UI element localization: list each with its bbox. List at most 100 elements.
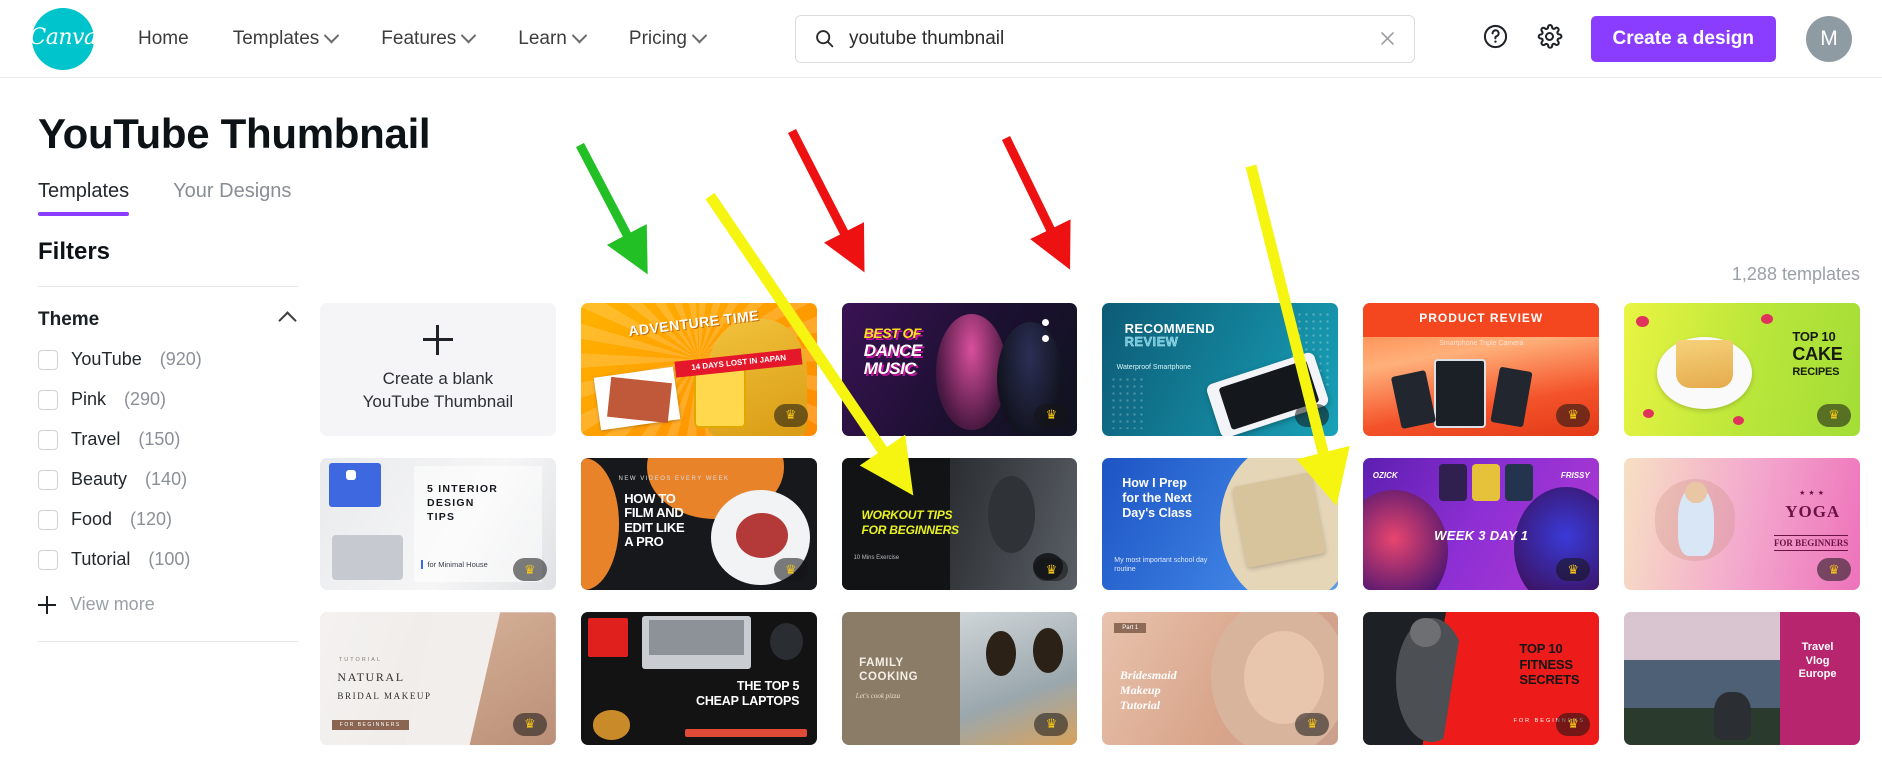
nav-item-home-label: Home — [138, 27, 189, 49]
chevron-down-icon — [571, 27, 588, 44]
template-subtitle: for Minimal House — [421, 560, 488, 570]
template-card[interactable]: TOP 10FITNESSSECRETS TOP 10 FITNESS SECR… — [1363, 612, 1600, 745]
nav-item-features-label: Features — [381, 27, 457, 49]
checkbox[interactable] — [38, 469, 58, 490]
chevron-down-icon — [324, 27, 340, 44]
search-icon — [814, 28, 835, 49]
filter-option-youtube[interactable]: YouTube (920) — [38, 349, 320, 370]
nav-item-features[interactable]: Features — [359, 20, 496, 58]
template-card[interactable]: NEW VIDEOS EVERY WEEK HOW TO FILM AND EDIT… — [580, 457, 817, 591]
view-more-button[interactable]: View more — [38, 594, 320, 615]
question-circle-icon — [1482, 23, 1509, 55]
template-subtitle: Waterproof Smartphone — [1116, 364, 1192, 372]
facet-theme-header[interactable]: Theme — [38, 309, 298, 331]
filter-option-count: (100) — [148, 549, 191, 569]
template-card[interactable]: WORKOUT TIPSFOR BEGINNERS WORKOUT TIPS F… — [841, 457, 1078, 591]
pro-badge: ♛ — [1034, 403, 1069, 427]
pro-badge: ♛ — [1556, 403, 1591, 427]
template-title: TOP 10 CAKE RECIPES — [1792, 328, 1843, 379]
template-card[interactable]: BEST OFDANCEMUSIC BEST OF DANCE MUSIC ♛ — [841, 303, 1078, 436]
filter-option-label: Food — [71, 509, 113, 529]
checkbox[interactable] — [38, 429, 58, 450]
pro-badge: ♛ — [1034, 712, 1069, 736]
template-subtitle: FOR BEGINNERS — [1773, 534, 1849, 551]
template-subtitle: TUTORIAL — [338, 657, 382, 664]
template-tagline: FOR BEGINNERS — [331, 720, 409, 731]
template-card[interactable]: TravelVlogEurope Travel Vlog Europe — [1624, 612, 1860, 745]
gear-icon — [1536, 23, 1563, 55]
pro-badge: ♛ — [1295, 403, 1330, 427]
pro-badge: ♛ — [512, 712, 547, 736]
template-subtitle: 10 Mins Exercise — [853, 555, 900, 562]
template-card[interactable]: FAMILYCOOKING FAMILY COOKING Let's cook … — [841, 612, 1078, 745]
filter-option-travel[interactable]: Travel (150) — [38, 429, 320, 450]
avatar[interactable]: M — [1806, 15, 1852, 62]
template-title: PRODUCT REVIEW — [1419, 311, 1544, 326]
search-input[interactable] — [848, 27, 1376, 50]
template-title: THE TOP 5 CHEAP LAPTOPS — [696, 678, 800, 708]
template-card[interactable]: RECOMMENDREVIEW RECOMMEND REVIEW Waterpr… — [1102, 303, 1339, 436]
chevron-up-icon[interactable] — [278, 310, 297, 330]
template-card[interactable]: How I Prepfor the NextDay's Class How I … — [1102, 457, 1339, 591]
template-title: 5 INTERIOR DESIGN TIPS — [427, 482, 498, 523]
create-blank-card[interactable]: Create a blank YouTube Thumbnail — [320, 303, 556, 436]
search-bar[interactable] — [794, 14, 1415, 63]
pro-badge: ♛ — [773, 403, 808, 427]
nav-item-learn[interactable]: Learn — [496, 20, 607, 58]
filter-option-pink[interactable]: Pink (290) — [38, 389, 320, 410]
template-card[interactable]: THE TOP 5CHEAP LAPTOPS THE TOP 5 CHEAP L… — [580, 612, 817, 745]
filter-option-tutorial[interactable]: Tutorial (100) — [38, 549, 320, 570]
close-icon[interactable] — [1376, 27, 1400, 51]
page-title: YouTube Thumbnail — [38, 110, 431, 157]
template-card[interactable]: PRODUCT REVIEW Smartphone Triple Camera … — [1363, 303, 1600, 436]
settings-button[interactable] — [1533, 22, 1567, 56]
canva-logo-text: Canva — [29, 25, 97, 50]
checkbox[interactable] — [38, 349, 58, 370]
pro-badge: ♛ — [1816, 403, 1851, 427]
template-card[interactable]: Part 1 BridesmaidMakeupTutorial Bridesma… — [1102, 612, 1339, 745]
template-card[interactable]: TOP 10CAKERECIPES TOP 10 CAKE RECIPES ♛ — [1624, 303, 1860, 436]
template-card[interactable]: ADVENTURE TIME 14 DAYS LOST IN JAPAN ♛ — [580, 303, 817, 436]
filter-option-count: (120) — [130, 509, 173, 529]
filters-heading: Filters — [38, 238, 111, 265]
create-a-design-button[interactable]: Create a design — [1590, 15, 1776, 62]
checkbox[interactable] — [38, 549, 58, 570]
template-card[interactable]: TUTORIAL NATURALBRIDAL MAKEUP NATURAL BR… — [320, 612, 556, 745]
filter-option-food[interactable]: Food (120) — [38, 509, 320, 530]
template-grid: Create a blank YouTube Thumbnail ADVENTU… — [320, 303, 1860, 745]
pro-badge: ♛ — [512, 558, 547, 582]
nav-item-pricing[interactable]: Pricing — [607, 20, 727, 58]
nav-item-home[interactable]: Home — [116, 20, 211, 58]
template-card[interactable]: YOGA FOR BEGINNERS ★★★ ♛ — [1624, 457, 1860, 591]
nav-item-templates[interactable]: Templates — [211, 20, 360, 58]
pro-badge: ♛ — [1556, 558, 1591, 582]
pro-badge: ♛ — [1556, 712, 1591, 736]
filter-option-count: (920) — [159, 349, 202, 369]
tab-templates-label: Templates — [38, 180, 130, 202]
chevron-down-icon — [691, 27, 708, 44]
pro-badge: ♛ — [1816, 558, 1851, 582]
filter-option-label: YouTube — [71, 349, 142, 369]
template-card[interactable]: OZICK FRISSY WEEK 3 DAY 1 ♛ — [1363, 457, 1600, 591]
checkbox[interactable] — [38, 509, 58, 530]
help-button[interactable] — [1479, 22, 1513, 56]
checkbox[interactable] — [38, 389, 58, 410]
create-blank-line1: Create a blank — [382, 368, 494, 388]
template-card[interactable]: 5 INTERIORDESIGNTIPS 5 INTERIOR DESIGN T… — [320, 457, 556, 591]
tab-your-designs[interactable]: Your Designs — [173, 180, 291, 216]
canva-logo[interactable]: Canva — [29, 7, 97, 70]
tab-your-designs-label: Your Designs — [173, 180, 292, 202]
pro-badge: ♛ — [773, 558, 808, 582]
stars-decoration: ★★★ — [1799, 490, 1827, 498]
filter-option-label: Tutorial — [71, 549, 131, 569]
template-title: WORKOUT TIPS FOR BEGINNERS — [861, 508, 959, 537]
template-subtitle: Smartphone Triple Camera — [1439, 340, 1524, 348]
template-title: WEEK 3 DAY 1 — [1434, 528, 1529, 544]
tab-templates[interactable]: Templates — [38, 180, 130, 216]
template-title: BEST OF DANCE MUSIC — [863, 325, 922, 378]
view-more-label: View more — [70, 594, 155, 614]
filter-option-beauty[interactable]: Beauty (140) — [38, 469, 320, 490]
sidebar-divider — [38, 286, 298, 287]
page-content: Filters Theme YouTube (920) Pink (290) T… — [0, 216, 1882, 745]
template-title: YOGA — [1785, 501, 1841, 521]
